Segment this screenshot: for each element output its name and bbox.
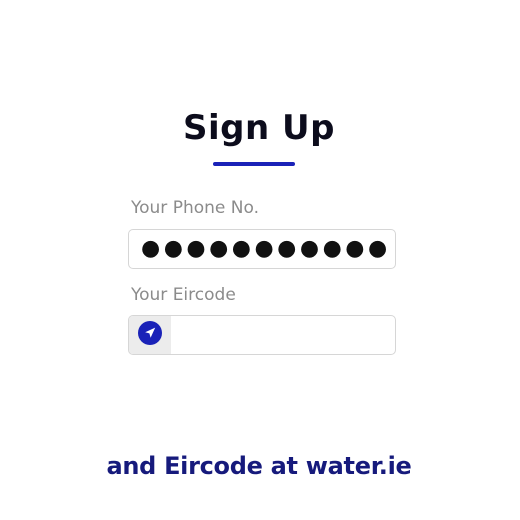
footer-text: and Eircode at water.ie bbox=[106, 452, 412, 480]
location-arrow-icon[interactable] bbox=[138, 321, 162, 349]
phone-input[interactable]: ●●●●●●●●●●● bbox=[128, 229, 396, 269]
eircode-label: Your Eircode bbox=[131, 285, 236, 305]
title-underline bbox=[213, 162, 295, 166]
eircode-input[interactable] bbox=[181, 316, 387, 356]
phone-label: Your Phone No. bbox=[131, 198, 259, 218]
eircode-icon-cell[interactable] bbox=[129, 316, 171, 354]
phone-masked-value: ●●●●●●●●●●● bbox=[141, 236, 391, 261]
page-title: Sign Up bbox=[183, 108, 335, 148]
eircode-field[interactable] bbox=[128, 315, 396, 356]
signup-page: Sign Up Your Phone No. ●●●●●●●●●●● Your … bbox=[0, 0, 520, 520]
